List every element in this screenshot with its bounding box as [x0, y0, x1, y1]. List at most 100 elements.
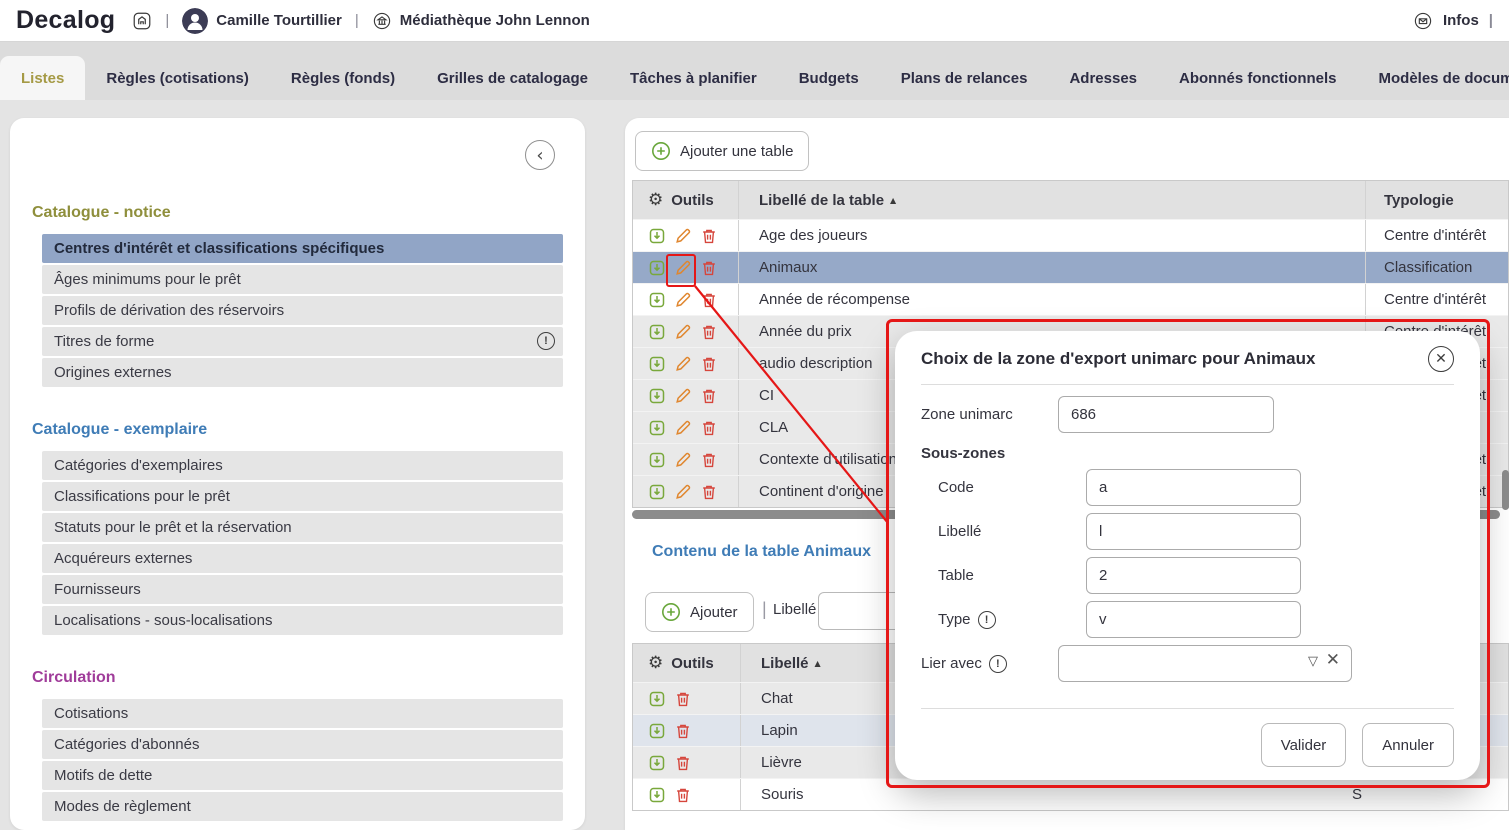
delete-icon[interactable] — [699, 418, 719, 438]
zone-unimarc-input[interactable] — [1058, 396, 1274, 433]
sidebar-item-classifications-pret[interactable]: Classifications pour le prêt — [42, 482, 563, 511]
libelle-input[interactable] — [1086, 513, 1301, 550]
export-icon[interactable] — [647, 226, 667, 246]
alert-icon[interactable]: ! — [978, 611, 996, 629]
export-icon[interactable] — [647, 258, 667, 278]
alert-icon[interactable]: ! — [537, 332, 555, 350]
tab-plans-de-relances[interactable]: Plans de relances — [880, 56, 1049, 100]
delete-icon[interactable] — [699, 450, 719, 470]
delete-icon[interactable] — [699, 482, 719, 502]
export-icon[interactable] — [647, 322, 667, 342]
cell-libelle[interactable]: Année de récompense — [739, 284, 1366, 315]
sidebar-item-centres-interet[interactable]: Centres d'intérêt et classifications spé… — [42, 234, 563, 263]
table-input[interactable] — [1086, 557, 1301, 594]
cell-typologie: Centre d'intérêt — [1366, 220, 1508, 251]
tab-budgets[interactable]: Budgets — [778, 56, 880, 100]
lier-avec-combobox[interactable]: ▽ ✕ — [1058, 645, 1352, 682]
vertical-scrollbar[interactable] — [1502, 470, 1509, 510]
vertical-divider: | — [762, 599, 767, 620]
delete-icon[interactable] — [699, 354, 719, 374]
code-input[interactable] — [1086, 469, 1301, 506]
tab-abonnes-fonctionnels[interactable]: Abonnés fonctionnels — [1158, 56, 1358, 100]
export-icon[interactable] — [647, 785, 667, 805]
sidebar-item-titres-de-forme[interactable]: Titres de forme ! — [42, 327, 563, 356]
export-icon[interactable] — [647, 482, 667, 502]
collapse-panel-icon[interactable]: ‹ — [525, 140, 555, 170]
divider — [921, 708, 1454, 709]
edit-icon[interactable] — [673, 418, 693, 438]
valider-button[interactable]: Valider — [1261, 723, 1347, 767]
gear-icon: ⚙ — [648, 192, 663, 209]
alert-icon[interactable]: ! — [989, 655, 1007, 673]
sidebar-item-profils-derivation[interactable]: Profils de dérivation des réservoirs — [42, 296, 563, 325]
sidebar-item-acquereurs-externes[interactable]: Acquéreurs externes — [42, 544, 563, 573]
type-input[interactable] — [1086, 601, 1301, 638]
edit-icon[interactable] — [673, 482, 693, 502]
edit-icon[interactable] — [673, 226, 693, 246]
sidebar-item-origines-externes[interactable]: Origines externes — [42, 358, 563, 387]
edit-icon[interactable] — [673, 450, 693, 470]
delete-icon[interactable] — [673, 785, 693, 805]
export-icon[interactable] — [647, 354, 667, 374]
table-row-selected[interactable]: Animaux Classification — [633, 251, 1508, 283]
infos-envelope-icon[interactable] — [1413, 11, 1433, 31]
tab-regles-cotisations[interactable]: Règles (cotisations) — [85, 56, 270, 100]
sidebar-item-categories-exemplaires[interactable]: Catégories d'exemplaires — [42, 451, 563, 480]
export-icon[interactable] — [647, 689, 667, 709]
annuler-button[interactable]: Annuler — [1362, 723, 1454, 767]
edit-icon[interactable] — [673, 290, 693, 310]
export-icon[interactable] — [647, 290, 667, 310]
tab-grilles-catalogage[interactable]: Grilles de catalogage — [416, 56, 609, 100]
current-library[interactable]: Médiathèque John Lennon — [372, 11, 590, 31]
clear-icon[interactable]: ✕ — [1326, 652, 1340, 669]
sort-asc-icon: ▲ — [890, 196, 896, 205]
table-row[interactable]: Age des joueurs Centre d'intérêt — [633, 219, 1508, 251]
delete-icon[interactable] — [673, 753, 693, 773]
delete-icon[interactable] — [699, 386, 719, 406]
delete-icon[interactable] — [699, 226, 719, 246]
delete-icon[interactable] — [673, 689, 693, 709]
cell-libelle[interactable]: Souris — [741, 779, 1338, 810]
tab-regles-fonds[interactable]: Règles (fonds) — [270, 56, 416, 100]
sidebar-item-cotisations[interactable]: Cotisations — [42, 699, 563, 728]
close-icon[interactable]: ✕ — [1428, 346, 1454, 372]
table-row[interactable]: Année de récompense Centre d'intérêt — [633, 283, 1508, 315]
tab-adresses[interactable]: Adresses — [1048, 56, 1158, 100]
cell-libelle[interactable]: Animaux — [739, 252, 1366, 283]
sidebar-item-statuts-pret-reservation[interactable]: Statuts pour le prêt et la réservation — [42, 513, 563, 542]
sidebar-item-motifs-de-dette[interactable]: Motifs de dette — [42, 761, 563, 790]
delete-icon[interactable] — [699, 258, 719, 278]
current-user[interactable]: Camille Tourtillier — [182, 8, 342, 34]
table-row[interactable]: Souris S — [633, 778, 1508, 810]
export-icon[interactable] — [647, 418, 667, 438]
tab-modeles-de-documents[interactable]: Modèles de documents — [1358, 56, 1509, 100]
edit-icon[interactable] — [673, 386, 693, 406]
dropdown-icon[interactable]: ▽ — [1308, 655, 1318, 668]
sidebar-item-categories-abonnes[interactable]: Catégories d'abonnés — [42, 730, 563, 759]
col-outils-label: Outils — [671, 655, 714, 672]
export-icon[interactable] — [647, 753, 667, 773]
col-libelle-header[interactable]: Libellé de la table ▲ — [739, 181, 1366, 219]
tab-listes[interactable]: Listes — [0, 56, 85, 100]
delete-icon[interactable] — [699, 290, 719, 310]
sidebar-item-fournisseurs[interactable]: Fournisseurs — [42, 575, 563, 604]
sidebar-item-ages-minimums[interactable]: Âges minimums pour le prêt — [42, 265, 563, 294]
tab-taches-a-planifier[interactable]: Tâches à planifier — [609, 56, 778, 100]
sidebar-item-localisations[interactable]: Localisations - sous-localisations — [42, 606, 563, 635]
cell-libelle[interactable]: Age des joueurs — [739, 220, 1366, 251]
edit-icon[interactable] — [673, 354, 693, 374]
export-icon[interactable] — [647, 721, 667, 741]
export-icon[interactable] — [647, 386, 667, 406]
export-icon[interactable] — [647, 450, 667, 470]
add-table-button[interactable]: Ajouter une table — [635, 131, 809, 171]
sous-zones-label: Sous-zones — [921, 445, 1454, 462]
infos-label[interactable]: Infos — [1443, 12, 1479, 29]
building-icon[interactable] — [132, 11, 152, 31]
add-row-button[interactable]: Ajouter — [645, 592, 754, 632]
delete-icon[interactable] — [699, 322, 719, 342]
sidebar-item-modes-de-reglement[interactable]: Modes de règlement — [42, 792, 563, 821]
delete-icon[interactable] — [673, 721, 693, 741]
edit-icon[interactable] — [673, 322, 693, 342]
app-logo: Decalog — [16, 6, 115, 35]
edit-icon[interactable] — [673, 258, 693, 278]
